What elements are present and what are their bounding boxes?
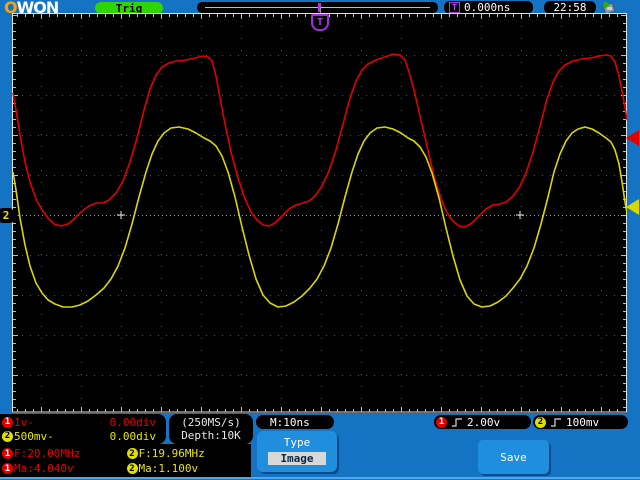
oscilloscope-screen: OWON Trig T 0.000ns 22:58 T 2 1 1v- 0.00… bbox=[0, 0, 640, 480]
graticule-and-traces bbox=[12, 13, 628, 413]
ch1-info-row: 1 1v- 0.00div bbox=[0, 415, 166, 429]
channel-info-box: 1 1v- 0.00div 2 500mv- 0.00div bbox=[0, 414, 166, 444]
ch1-trace bbox=[12, 53, 628, 228]
ch1-offset: 0.00div bbox=[109, 415, 156, 429]
ch1-badge-icon: 1 bbox=[436, 416, 447, 428]
ch2-trace bbox=[12, 126, 628, 308]
ch1-trigger-level: 2.00v bbox=[467, 415, 501, 429]
ch1-level-arrow-icon bbox=[626, 130, 639, 146]
save-button-label: Save bbox=[500, 450, 527, 464]
timebase-badge: M:10ns bbox=[256, 415, 334, 429]
ch2-zero-label: 2 bbox=[0, 208, 12, 223]
ch2-trigger-badge: 2 100mv bbox=[533, 415, 628, 429]
measurements-panel: 1 F:20.00MHz 2 F:19.96MHz 1 Ma:4.040v 2 … bbox=[0, 444, 251, 477]
ch2-trigger-level: 100mv bbox=[566, 415, 600, 429]
softkey-menu-type[interactable]: Type Image bbox=[257, 431, 337, 472]
ch1-frequency: F:20.00MHz bbox=[14, 447, 81, 460]
ch2-zero-pointer bbox=[12, 208, 18, 223]
ch1-badge-icon: 1 bbox=[2, 463, 13, 474]
ch1-scale: 1v- bbox=[14, 415, 34, 429]
ch2-level-arrow-icon bbox=[626, 199, 639, 215]
memory-position-bar bbox=[197, 2, 438, 13]
menu-type-label: Type bbox=[283, 436, 311, 449]
ch2-badge-icon: 2 bbox=[2, 430, 13, 442]
freq-measure-row: 1 F:20.00MHz 2 F:19.96MHz bbox=[0, 446, 251, 461]
ch2-badge-icon: 2 bbox=[126, 463, 138, 474]
save-button[interactable]: Save bbox=[478, 440, 549, 474]
ch2-max: Ma:1.100v bbox=[138, 462, 199, 475]
trigger-t-icon: T bbox=[449, 2, 460, 13]
ch2-badge-icon: 2 bbox=[126, 448, 138, 459]
acquisition-box: (250MS/s) Depth:10K bbox=[169, 414, 253, 444]
ch2-scale: 500mv- bbox=[14, 429, 54, 443]
max-measure-row: 1 Ma:4.040v 2 Ma:1.100v bbox=[0, 461, 251, 476]
ch2-zero-marker: 2 bbox=[0, 208, 18, 223]
memory-depth: Depth:10K bbox=[181, 429, 241, 442]
ch1-trigger-badge: 1 2.00v bbox=[434, 415, 531, 429]
rising-edge-icon bbox=[452, 417, 462, 427]
trigger-marker-stem bbox=[320, 7, 321, 13]
ch1-max: Ma:4.040v bbox=[14, 462, 74, 475]
rising-edge-icon bbox=[551, 417, 561, 427]
bottom-separator bbox=[0, 477, 640, 479]
ch2-offset: 0.00div bbox=[109, 429, 156, 443]
ch1-badge-icon: 1 bbox=[2, 416, 13, 428]
waveform-display bbox=[12, 13, 628, 413]
sample-rate: (250MS/s) bbox=[181, 416, 241, 429]
trigger-position-marker: T bbox=[311, 14, 329, 31]
ch2-badge-icon: 2 bbox=[535, 416, 546, 428]
menu-type-selected-value[interactable]: Image bbox=[268, 452, 326, 465]
ch2-info-row: 2 500mv- 0.00div bbox=[0, 429, 166, 443]
ch1-badge-icon: 1 bbox=[2, 448, 13, 459]
ch2-frequency: F:19.96MHz bbox=[138, 447, 205, 460]
